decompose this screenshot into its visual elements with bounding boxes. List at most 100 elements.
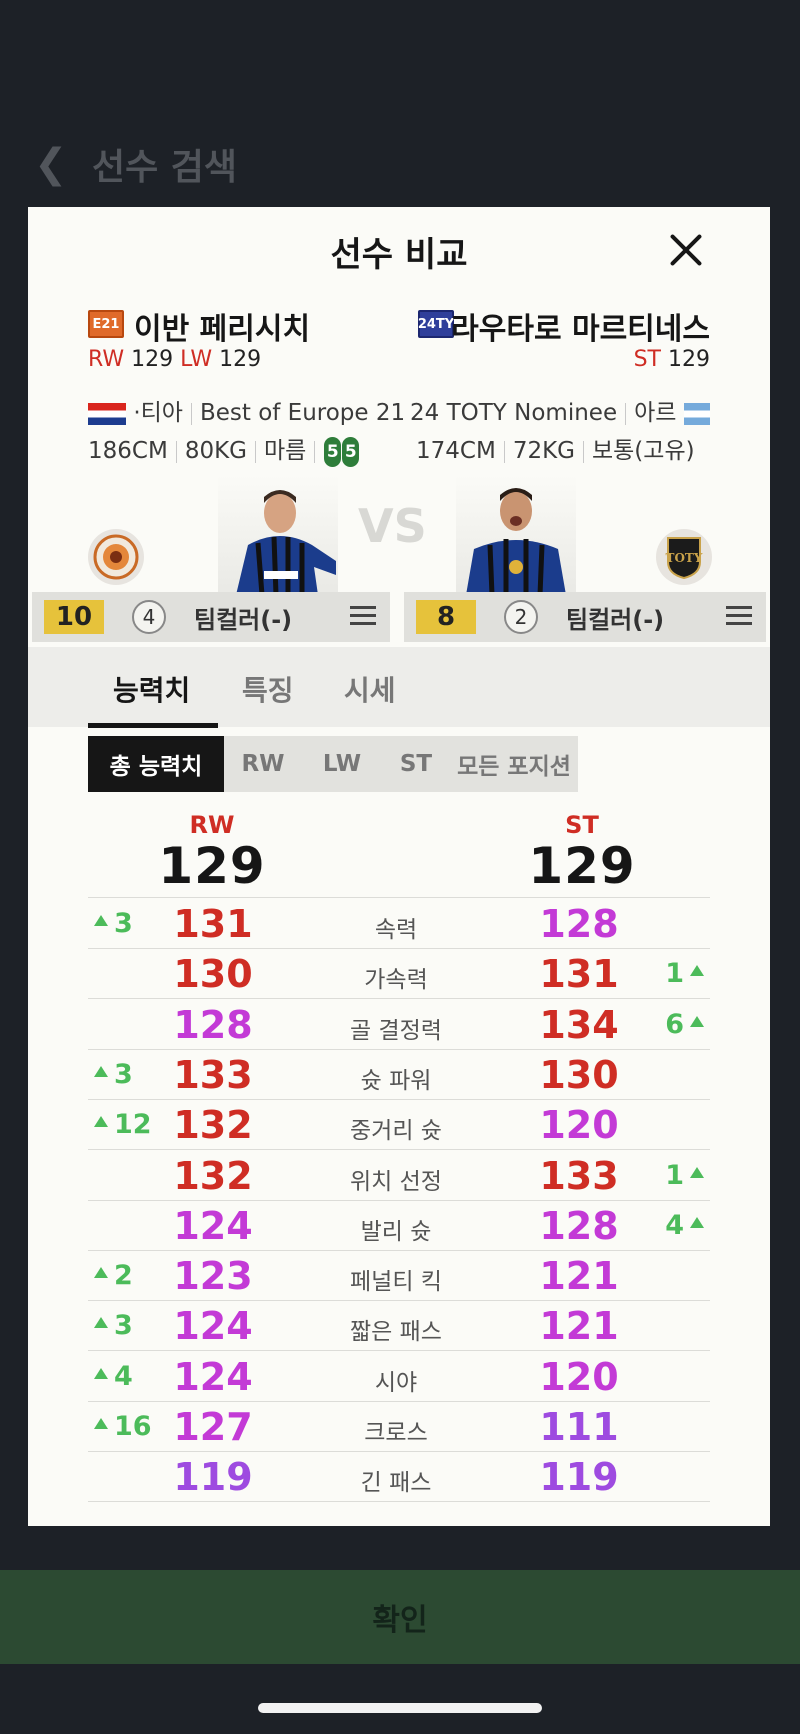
confirm-label: 확인 bbox=[372, 1603, 428, 1638]
close-icon[interactable] bbox=[665, 229, 707, 271]
stat-row: 124 발리 슛 128 4 bbox=[88, 1200, 710, 1250]
background-lower bbox=[0, 1526, 800, 1570]
grade-badge[interactable]: 10 bbox=[44, 600, 104, 634]
right-stat-diff: 1 bbox=[665, 958, 710, 989]
right-stat-value: 120 bbox=[539, 1354, 619, 1399]
right-player-name[interactable]: 라우타로 마르티네스 bbox=[451, 304, 710, 348]
left-stat-value: 131 bbox=[173, 902, 253, 946]
left-stat-diff: 16 bbox=[88, 1411, 152, 1442]
modal-title: 선수 비교 bbox=[330, 235, 468, 275]
left-player-body: 186CM 80KG 마름 5 5 bbox=[88, 431, 388, 467]
enhance-level[interactable]: 2 bbox=[504, 600, 538, 634]
club-logo-icon bbox=[88, 529, 144, 585]
stat-name: 슛 파워 bbox=[360, 1067, 432, 1094]
menu-icon[interactable] bbox=[350, 606, 376, 626]
team-color-label[interactable]: 팀컬러(-) bbox=[566, 600, 664, 635]
right-nation: 아르 bbox=[634, 400, 677, 426]
left-stat-diff: 3 bbox=[88, 908, 133, 939]
page-title: 선수 검색 bbox=[92, 147, 238, 188]
arrow-up-icon bbox=[94, 1317, 108, 1329]
right-diff-value: 1 bbox=[665, 1159, 684, 1191]
grade-badge[interactable]: 8 bbox=[416, 600, 476, 634]
arrow-up-icon bbox=[690, 1166, 704, 1178]
stat-row: 12 132 중거리 슛 120 bbox=[88, 1099, 710, 1149]
stat-row: 3 124 짧은 패스 121 bbox=[88, 1300, 710, 1350]
left-stat-diff: 3 bbox=[88, 1059, 133, 1090]
left-diff-value: 3 bbox=[114, 1310, 133, 1342]
croatia-flag-icon bbox=[88, 402, 126, 425]
stat-row: 4 124 시야 120 bbox=[88, 1351, 710, 1401]
left-card-bar[interactable]: 10 4 팀컬러(-) bbox=[32, 592, 390, 642]
stat-name: 시야 bbox=[374, 1369, 418, 1396]
right-stat-diff: 4 bbox=[665, 1210, 710, 1241]
menu-icon[interactable] bbox=[726, 606, 752, 626]
right-stat-value: 121 bbox=[539, 1304, 619, 1349]
right-body-type: 보통(고유) bbox=[591, 438, 695, 464]
tab-traits[interactable]: 특징 bbox=[242, 669, 294, 709]
tab-indicator bbox=[88, 723, 218, 728]
position-filter: 총 능력치 RW LW ST 모든 포지션 bbox=[88, 736, 578, 792]
left-diff-value: 12 bbox=[114, 1109, 152, 1141]
right-stat-value: 128 bbox=[539, 902, 619, 946]
stat-name: 크로스 bbox=[364, 1420, 428, 1446]
left-season-name: Best of Europe 21 bbox=[199, 400, 406, 426]
tab-price[interactable]: 시세 bbox=[344, 669, 396, 709]
confirm-button[interactable]: 확인 bbox=[0, 1570, 800, 1664]
left-stat-diff: 12 bbox=[88, 1109, 152, 1140]
chevron-left-icon[interactable]: ❮ bbox=[34, 140, 70, 188]
arrow-up-icon bbox=[94, 1367, 108, 1379]
left-stat-diff: 2 bbox=[88, 1260, 133, 1291]
stat-name: 속력 bbox=[374, 917, 418, 943]
segment-total[interactable]: 총 능력치 bbox=[88, 736, 224, 792]
right-stat-value: 131 bbox=[539, 952, 619, 997]
svg-text:TOTY: TOTY bbox=[666, 551, 703, 565]
segment-all-positions[interactable]: 모든 포지션 bbox=[450, 736, 578, 792]
right-overall-value: 129 bbox=[528, 837, 636, 895]
left-stat-value: 128 bbox=[173, 1002, 253, 1047]
right-stat-value: 120 bbox=[539, 1103, 619, 1148]
left-pos-2: LW bbox=[180, 347, 213, 372]
stat-name: 가속력 bbox=[364, 967, 428, 994]
right-player-photo bbox=[456, 475, 576, 595]
arrow-up-icon bbox=[94, 1267, 108, 1279]
stat-name: 짧은 패스 bbox=[350, 1319, 442, 1346]
left-diff-value: 16 bbox=[114, 1411, 152, 1442]
enhance-level[interactable]: 4 bbox=[132, 600, 166, 634]
left-player-name[interactable]: 이반 페리시치 bbox=[134, 304, 310, 348]
right-player-meta: 24 TOTY Nominee 아르 bbox=[410, 393, 710, 427]
vs-label: VS bbox=[358, 499, 427, 553]
left-player-photo bbox=[218, 475, 338, 595]
tab-ability[interactable]: 능력치 bbox=[113, 669, 190, 709]
segment-rw[interactable]: RW bbox=[224, 736, 302, 792]
arrow-up-icon bbox=[690, 1216, 704, 1228]
right-diff-value: 4 bbox=[665, 1209, 684, 1241]
right-stat-diff: 1 bbox=[665, 1160, 710, 1191]
left-weight: 80KG bbox=[184, 438, 247, 464]
left-stat-value: 132 bbox=[173, 1153, 253, 1198]
divider bbox=[88, 1501, 710, 1503]
right-pos-1-ovr: 129 bbox=[668, 347, 710, 372]
stat-name: 위치 선정 bbox=[350, 1168, 442, 1195]
arrow-up-icon bbox=[690, 1015, 704, 1027]
left-stat-value: 124 bbox=[173, 1203, 253, 1248]
left-nation: ·티아 bbox=[133, 400, 183, 426]
right-stat-value: 121 bbox=[539, 1254, 619, 1299]
left-stat-value: 127 bbox=[173, 1405, 253, 1449]
right-season-name: 24 TOTY Nominee bbox=[410, 400, 618, 426]
stat-name: 발리 슛 bbox=[360, 1218, 432, 1245]
stat-row: 130 가속력 131 1 bbox=[88, 948, 710, 998]
right-player-positions: ST 129 bbox=[634, 347, 710, 372]
right-stat-value: 119 bbox=[539, 1455, 619, 1500]
team-color-label[interactable]: 팀컬러(-) bbox=[194, 600, 292, 635]
argentina-flag-icon bbox=[683, 402, 710, 425]
right-card-bar[interactable]: 8 2 팀컬러(-) bbox=[404, 592, 766, 642]
arrow-up-icon bbox=[94, 1418, 108, 1429]
right-player-body: 174CM 72KG 보통(고유) bbox=[416, 431, 716, 465]
left-diff-value: 4 bbox=[114, 1360, 133, 1392]
left-stat-value: 133 bbox=[173, 1052, 253, 1097]
right-stat-value: 128 bbox=[539, 1203, 619, 1248]
left-stat-value: 124 bbox=[173, 1354, 253, 1399]
segment-st[interactable]: ST bbox=[382, 736, 450, 792]
segment-lw[interactable]: LW bbox=[302, 736, 382, 792]
arrow-up-icon bbox=[94, 1065, 108, 1077]
